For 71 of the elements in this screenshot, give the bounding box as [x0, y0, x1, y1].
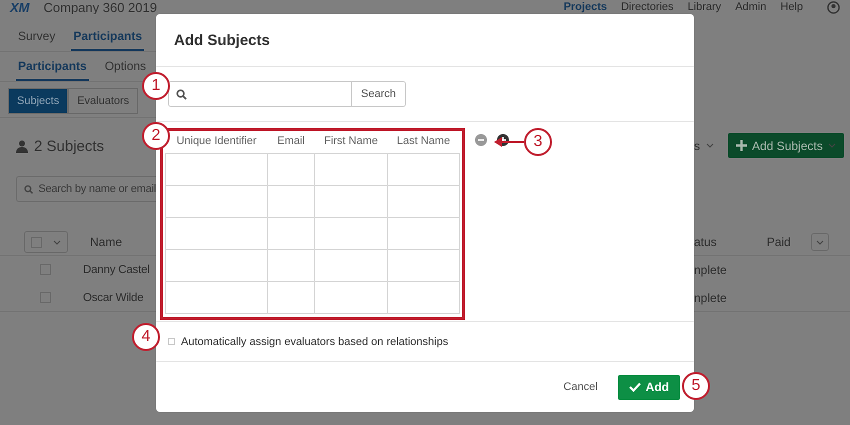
search-input[interactable] [168, 81, 352, 107]
input-cell[interactable] [388, 186, 460, 218]
input-cell[interactable] [314, 186, 388, 218]
caret-icon [828, 143, 836, 148]
remove-column-icon[interactable] [475, 134, 487, 146]
input-cell[interactable] [268, 218, 314, 250]
auto-assign-checkbox[interactable] [168, 338, 175, 345]
add-button[interactable]: Add [618, 374, 680, 400]
search-button[interactable]: Search [352, 81, 406, 107]
subject-name: Danny Castel [83, 264, 150, 276]
column-header: Paid [766, 235, 791, 249]
logo: XM [10, 0, 30, 14]
input-cell[interactable] [388, 154, 460, 186]
plus-icon [736, 140, 747, 151]
segment-button[interactable]: Evaluators [68, 88, 138, 114]
nav-link[interactable]: Admin [735, 1, 766, 13]
input-cell[interactable] [268, 250, 314, 282]
column-header: Email [268, 131, 314, 154]
input-cell[interactable] [166, 282, 268, 314]
nav-link[interactable]: Projects [564, 1, 607, 13]
project-title: Company 360 2019 [44, 0, 157, 14]
person-icon [16, 140, 28, 152]
status-text: nplete [694, 290, 727, 304]
nav-link[interactable]: Library [688, 1, 722, 13]
input-cell[interactable] [388, 218, 460, 250]
search-icon [176, 88, 187, 100]
column-menu-button[interactable] [810, 233, 829, 251]
caret-icon [706, 143, 714, 148]
column-header: First Name [314, 131, 388, 154]
search-field[interactable]: Search by name or email [16, 176, 156, 202]
input-cell[interactable] [314, 250, 388, 282]
subject-name: Oscar Wilde [83, 292, 144, 304]
input-cell[interactable] [268, 154, 314, 186]
caret-icon [816, 240, 824, 244]
callout-number: 5 [682, 372, 710, 400]
input-cell[interactable] [166, 250, 268, 282]
search-icon [24, 184, 34, 194]
input-cell[interactable] [388, 250, 460, 282]
column-header: Last Name [388, 131, 460, 154]
input-cell[interactable] [388, 282, 460, 314]
column-header: atus [694, 235, 717, 249]
input-cell[interactable] [166, 154, 268, 186]
checkbox-label: Automatically assign evaluators based on relationships [181, 336, 448, 348]
input-cell[interactable] [314, 218, 388, 250]
user-icon[interactable] [827, 0, 840, 14]
select-all-checkbox[interactable] [24, 231, 68, 253]
tab[interactable]: Participants [71, 29, 144, 51]
input-cell[interactable] [166, 186, 268, 218]
tab[interactable]: Survey [16, 29, 58, 51]
cancel-button[interactable]: Cancel [557, 380, 604, 394]
nav-link[interactable]: Directories [620, 1, 674, 13]
input-cell[interactable] [268, 186, 314, 218]
dialog-title: Add Subjects [174, 32, 270, 48]
caret-icon [53, 240, 62, 244]
subject-count: 2 Subjects [34, 138, 104, 154]
subtab[interactable]: Participants [16, 59, 89, 81]
check-icon [628, 382, 641, 392]
view-dropdown[interactable]: s [694, 138, 714, 152]
callout-number: 2 [142, 122, 170, 150]
input-cell[interactable] [314, 154, 388, 186]
segment-button[interactable]: Subjects [8, 88, 68, 114]
status-text: nplete [694, 262, 727, 276]
column-header: Name [90, 235, 122, 249]
callout-number: 1 [142, 72, 170, 100]
nav-link[interactable]: Help [780, 1, 803, 13]
callout-number: 4 [132, 323, 160, 351]
input-cell[interactable] [268, 282, 314, 314]
add-subjects-button[interactable]: Add Subjects [728, 133, 844, 158]
input-cell[interactable] [166, 218, 268, 250]
callout-arrow [494, 137, 524, 147]
input-cell[interactable] [314, 282, 388, 314]
